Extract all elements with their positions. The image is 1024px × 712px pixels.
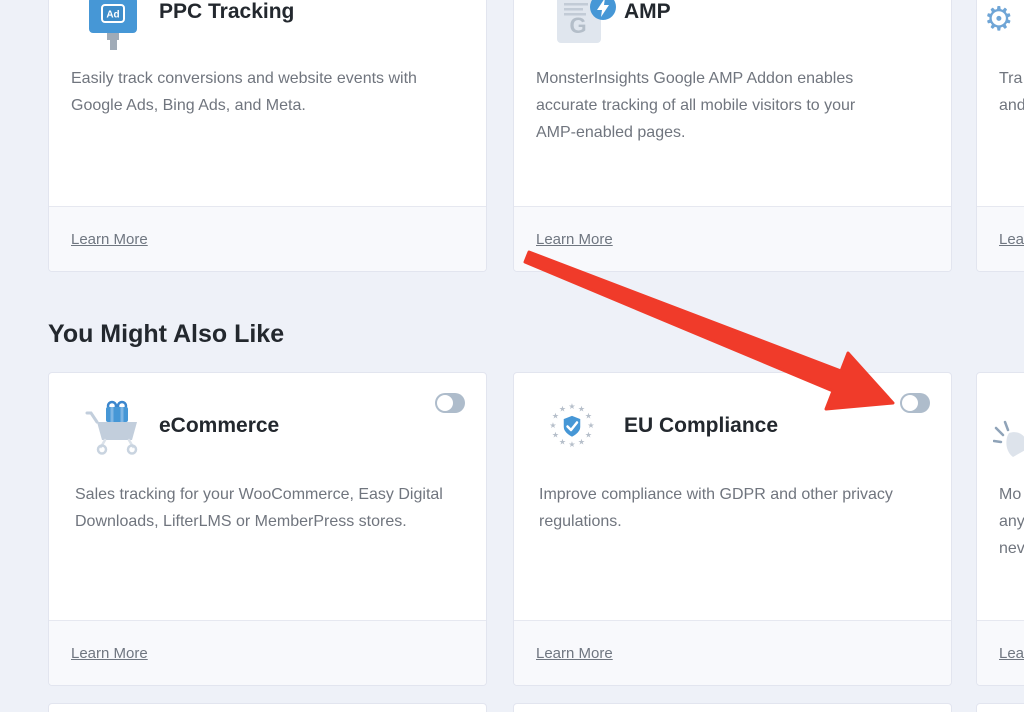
toggle-knob: [902, 395, 918, 411]
card-footer: Lea: [977, 206, 1024, 271]
card-footer: Learn More: [49, 620, 486, 685]
svg-text:★: ★: [568, 403, 575, 411]
card-footer: Learn More: [514, 620, 951, 685]
learn-more-link[interactable]: Learn More: [536, 231, 613, 248]
addon-card-ecommerce: eCommerce Sales tracking for your WooCom…: [48, 372, 487, 686]
learn-more-link[interactable]: Learn More: [71, 231, 148, 248]
learn-more-link[interactable]: Lea: [999, 645, 1024, 662]
addon-description: Improve compliance with GDPR and other p…: [539, 481, 941, 535]
addons-page: Ad PPC Tracking Easily track conversions…: [0, 0, 1024, 712]
addon-description: Tra and: [999, 65, 1024, 119]
svg-text:★: ★: [578, 438, 585, 447]
addon-card-eu-compliance: ★ ★ ★ ★ ★ ★ ★ ★ ★ ★ ★ ★ EU Compliance: [513, 372, 952, 686]
toggle-knob: [437, 395, 453, 411]
svg-text:Ad: Ad: [106, 10, 119, 21]
section-heading: You Might Also Like: [48, 318, 284, 350]
ecommerce-toggle[interactable]: [435, 393, 465, 413]
announcement-icon: [993, 419, 1024, 465]
addon-card-ppc-tracking: Ad PPC Tracking Easily track conversions…: [48, 0, 487, 272]
svg-text:G: G: [569, 13, 586, 38]
addon-card-amp: G AMP MonsterInsights Google AMP Addon e…: [513, 0, 952, 272]
svg-text:★: ★: [585, 431, 592, 440]
svg-text:★: ★: [559, 438, 566, 447]
addon-description: MonsterInsights Google AMP Addon enables…: [536, 65, 941, 146]
svg-text:★: ★: [587, 421, 594, 430]
svg-text:★: ★: [568, 440, 575, 449]
svg-text:★: ★: [552, 431, 559, 440]
next-row-card-teaser: [976, 703, 1024, 712]
svg-text:★: ★: [559, 405, 566, 414]
svg-text:★: ★: [585, 412, 592, 421]
addon-description: Sales tracking for your WooCommerce, Eas…: [75, 481, 476, 535]
next-row-card-teaser: [48, 703, 487, 712]
learn-more-link[interactable]: Lea: [999, 231, 1024, 248]
addon-card-clipped-bottom: Mo any nev Lea: [976, 372, 1024, 686]
amp-google-doc-icon: G: [557, 0, 617, 45]
svg-text:★: ★: [549, 421, 556, 430]
learn-more-link[interactable]: Learn More: [71, 645, 148, 662]
eu-compliance-toggle[interactable]: [900, 393, 930, 413]
addon-title: EU Compliance: [624, 413, 778, 439]
ad-sign-icon: Ad: [87, 0, 139, 53]
shopping-cart-icon: [85, 397, 145, 457]
card-footer: Learn More: [514, 206, 951, 271]
card-footer: Learn More: [49, 206, 486, 271]
eu-stars-shield-icon: ★ ★ ★ ★ ★ ★ ★ ★ ★ ★ ★ ★: [547, 403, 597, 453]
card-footer: Lea: [977, 620, 1024, 685]
gear-icon: ⚙: [984, 2, 1014, 35]
next-row-card-teaser: [513, 703, 952, 712]
addon-description: Easily track conversions and website eve…: [71, 65, 476, 119]
addon-description: Mo any nev: [999, 481, 1024, 562]
addon-title: PPC Tracking: [159, 0, 294, 25]
addon-title: eCommerce: [159, 413, 279, 439]
addon-title: AMP: [624, 0, 671, 25]
learn-more-link[interactable]: Learn More: [536, 645, 613, 662]
addon-card-clipped-top: ⚙ Tra and Lea: [976, 0, 1024, 272]
